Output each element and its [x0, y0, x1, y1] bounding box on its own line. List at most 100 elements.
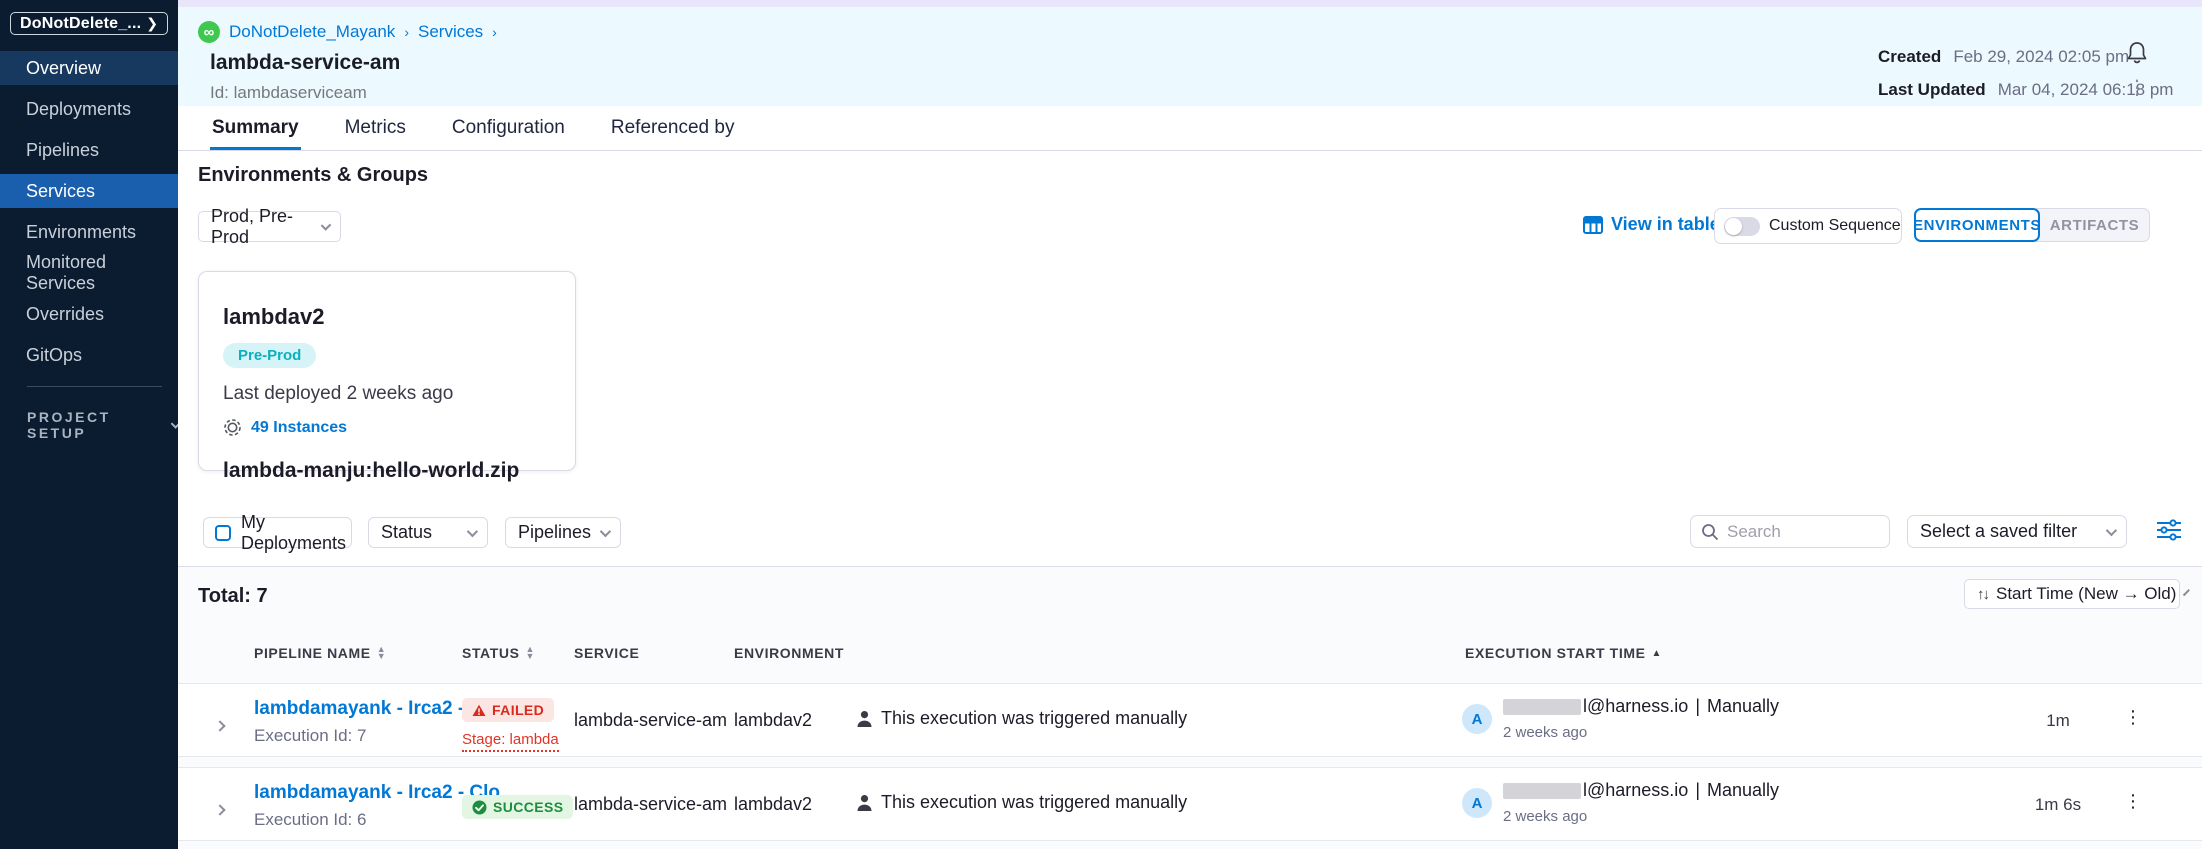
- redacted-username: [1503, 783, 1581, 799]
- sort-label: Start Time (New → Old): [1996, 584, 2176, 604]
- separator: |: [1695, 780, 1700, 801]
- environment-type-badge: Pre-Prod: [223, 343, 316, 368]
- search-icon: [1701, 523, 1719, 541]
- environment-filter-dropdown[interactable]: Prod, Pre-Prod: [198, 211, 341, 242]
- filter-sliders-icon[interactable]: [2156, 519, 2182, 541]
- view-in-table-link[interactable]: View in table: [1583, 214, 1720, 235]
- table-header: PIPELINE NAME ▲▼ STATUS ▲▼ SERVICE ENVIR…: [178, 645, 2202, 667]
- trigger-type: Manually: [1707, 780, 1779, 801]
- status-badge-failed: FAILED: [462, 698, 554, 722]
- tab-referenced-by[interactable]: Referenced by: [609, 106, 737, 150]
- created-value: Feb 29, 2024 02:05 pm: [1953, 47, 2129, 67]
- artifact-name: lambda-manju:hello-world.zip: [223, 459, 551, 483]
- saved-filter-label: Select a saved filter: [1920, 521, 2077, 542]
- sidebar: DoNotDelete_... ❯ Overview Deployments P…: [0, 0, 178, 849]
- sidebar-item-environments[interactable]: Environments: [0, 215, 178, 249]
- environment-card[interactable]: lambdav2 Pre-Prod Last deployed 2 weeks …: [198, 271, 576, 471]
- project-setup-label: PROJECT SETUP: [27, 409, 157, 441]
- trigger-type: Manually: [1707, 696, 1779, 717]
- breadcrumb-separator: ›: [404, 24, 409, 40]
- table-icon: [1583, 216, 1603, 234]
- sidebar-item-monitored-services[interactable]: Monitored Services: [0, 256, 178, 290]
- environment-name: lambdav2: [223, 304, 551, 330]
- custom-sequence-toggle[interactable]: [1724, 217, 1760, 236]
- breadcrumb-services-link[interactable]: Services: [418, 22, 483, 42]
- failed-stage-link[interactable]: Stage: lambda: [462, 731, 559, 752]
- execution-row[interactable]: lambdamayank - Irca2 - Clo... Execution …: [178, 683, 2202, 757]
- custom-sequence-control: Custom Sequence: [1714, 208, 1902, 244]
- row-menu-icon[interactable]: [2124, 710, 2142, 724]
- sidebar-item-overrides[interactable]: Overrides: [0, 297, 178, 331]
- column-environment: ENVIRONMENT: [734, 645, 844, 661]
- separator: |: [1695, 696, 1700, 717]
- user-icon: [856, 794, 873, 812]
- sort-icon: ▲▼: [377, 646, 387, 660]
- status-badge-success: SUCCESS: [462, 795, 573, 819]
- environment-cell: lambdav2: [734, 710, 812, 731]
- pipelines-filter-label: Pipelines: [518, 522, 591, 543]
- environments-toggle-button[interactable]: ENVIRONMENTS: [1914, 208, 2040, 242]
- column-execution-start-time[interactable]: EXECUTION START TIME ▲: [1465, 645, 1662, 661]
- chevron-down-icon: [2106, 524, 2117, 535]
- view-in-table-label: View in table: [1611, 214, 1720, 235]
- my-deployments-label: My Deployments: [241, 512, 346, 554]
- breadcrumb: ∞ DoNotDelete_Mayank › Services ›: [198, 21, 497, 43]
- sidebar-item-pipelines[interactable]: Pipelines: [0, 133, 178, 167]
- custom-sequence-label: Custom Sequence: [1769, 217, 1901, 235]
- tab-metrics[interactable]: Metrics: [343, 106, 408, 150]
- duration: 1m: [2018, 711, 2098, 731]
- environment-cell: lambdav2: [734, 794, 812, 815]
- summary-panel: Environments & Groups Prod, Pre-Prod Vie…: [178, 151, 2202, 566]
- sidebar-item-services[interactable]: Services: [0, 174, 178, 208]
- project-selector[interactable]: DoNotDelete_... ❯: [10, 12, 168, 35]
- breadcrumb-project-link[interactable]: DoNotDelete_Mayank: [229, 22, 395, 42]
- sort-dropdown[interactable]: Start Time (New → Old): [1964, 579, 2180, 609]
- trigger-note: This execution was triggered manually: [881, 792, 1187, 813]
- redacted-username: [1503, 699, 1581, 715]
- chevron-down-icon: [2183, 589, 2190, 596]
- sidebar-item-overview[interactable]: Overview: [0, 51, 178, 85]
- sort-icon: ▲▼: [526, 646, 536, 660]
- sidebar-item-gitops[interactable]: GitOps: [0, 338, 178, 372]
- user-email: l@harness.io: [1583, 696, 1688, 717]
- search-input[interactable]: [1727, 522, 1867, 542]
- search-box: [1690, 515, 1890, 548]
- header-more-options-icon[interactable]: [2127, 81, 2147, 95]
- duration: 1m 6s: [2018, 795, 2098, 815]
- instances-link[interactable]: 49 Instances: [251, 419, 347, 437]
- column-pipeline-name[interactable]: PIPELINE NAME ▲▼: [254, 645, 386, 661]
- row-expand-chevron[interactable]: [216, 714, 224, 735]
- user-email: l@harness.io: [1583, 780, 1688, 801]
- check-circle-icon: [472, 800, 487, 815]
- row-expand-chevron[interactable]: [216, 798, 224, 819]
- page-title: lambda-service-am: [210, 51, 400, 75]
- saved-filter-dropdown[interactable]: Select a saved filter: [1907, 515, 2127, 548]
- execution-row[interactable]: lambdamayank - Irca2 - Clo... Execution …: [178, 767, 2202, 841]
- avatar: A: [1462, 788, 1492, 818]
- chevron-down-icon: [600, 525, 611, 536]
- artifacts-toggle-button[interactable]: ARTIFACTS: [2036, 208, 2150, 242]
- trigger-note: This execution was triggered manually: [881, 708, 1187, 729]
- notification-bell-icon[interactable]: [2126, 41, 2148, 65]
- environment-filter-value: Prod, Pre-Prod: [211, 206, 321, 248]
- sidebar-divider: [27, 386, 162, 387]
- my-deployments-filter[interactable]: My Deployments: [203, 517, 352, 548]
- sort-arrows-icon: [1977, 584, 1988, 604]
- tab-summary[interactable]: Summary: [210, 106, 301, 150]
- last-updated-label: Last Updated: [1878, 80, 1986, 100]
- chevron-right-icon: ❯: [146, 15, 158, 32]
- browser-top-strip: [178, 0, 2202, 7]
- status-filter-dropdown[interactable]: Status: [368, 517, 488, 548]
- pipelines-filter-dropdown[interactable]: Pipelines: [505, 517, 621, 548]
- project-setup-toggle[interactable]: PROJECT SETUP: [27, 409, 178, 441]
- row-menu-icon[interactable]: [2124, 794, 2142, 808]
- my-deployments-checkbox[interactable]: [215, 525, 231, 541]
- last-deployed-text: Last deployed 2 weeks ago: [223, 383, 551, 405]
- time-ago: 2 weeks ago: [1503, 808, 1779, 825]
- column-status[interactable]: STATUS ▲▼: [462, 645, 535, 661]
- sort-ascending-icon: ▲: [1652, 648, 1663, 659]
- sidebar-item-deployments[interactable]: Deployments: [0, 92, 178, 126]
- tab-configuration[interactable]: Configuration: [450, 106, 567, 150]
- chevron-down-icon: [320, 220, 331, 231]
- service-id: Id: lambdaserviceam: [210, 83, 367, 103]
